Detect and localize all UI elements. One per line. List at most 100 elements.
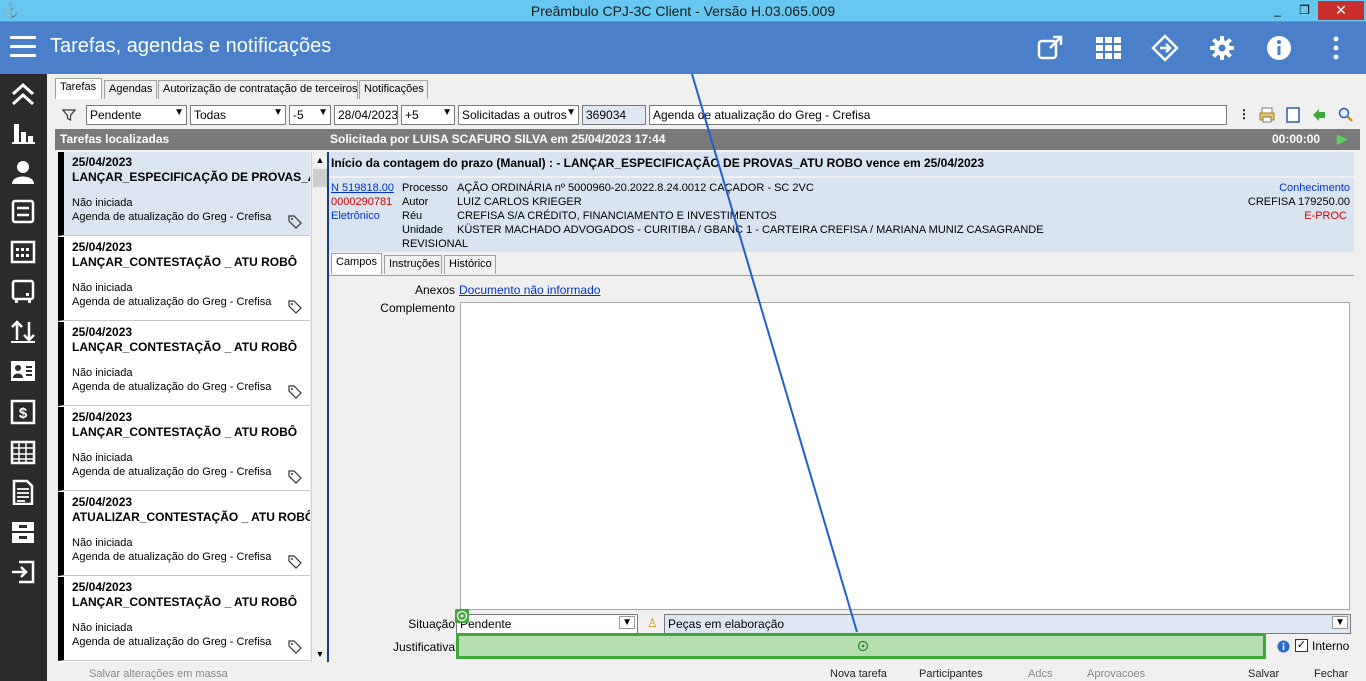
autor-value: LUIZ CARLOS KRIEGER [457,196,582,208]
close-window-button[interactable]: Fechar [1314,668,1348,680]
tag-icon[interactable] [288,385,302,399]
play-icon[interactable]: ▶ [1337,131,1347,147]
tab-notificacoes[interactable]: Notificações [359,80,428,99]
chevrons-up-icon[interactable] [9,82,37,108]
offset-after-select[interactable]: +5 ▼ [401,105,455,125]
complemento-textarea[interactable] [460,302,1350,610]
info-icon[interactable] [1277,640,1290,653]
new-task-button[interactable]: Nova tarefa [830,668,887,680]
task-list-scrollbar[interactable]: ▲ ▼ [311,152,328,662]
campos-panel: Anexos Documento não informado Complemen… [329,275,1354,665]
search-icon[interactable] [1338,107,1353,122]
situacao-detail-select[interactable]: Peças em elaboração ▼ [664,614,1351,634]
anexos-link[interactable]: Documento não informado [459,283,600,297]
adcs-button[interactable]: Adcs [1028,668,1052,680]
info-icon[interactable] [1265,34,1293,62]
tag-icon[interactable] [288,215,302,229]
contact-card-icon[interactable] [9,358,37,384]
filter-icon[interactable] [62,108,76,122]
situacao-label: Situação [408,617,455,631]
save-button[interactable]: Salvar [1248,668,1279,680]
inbox-icon[interactable] [9,198,37,224]
tag-icon[interactable] [288,640,302,654]
app-header: Tarefas, agendas e notificações [0,22,1366,74]
more-vertical-icon[interactable]: ⋮ [1238,107,1250,121]
arrow-left-icon[interactable] [1312,108,1326,122]
close-button[interactable]: ✕ [1318,1,1364,20]
task-title: LANÇAR_ESPECIFICAÇÃO DE PROVAS_ATU [72,170,310,184]
bar-chart-icon[interactable] [9,120,37,146]
scope-select[interactable]: Todas ▼ [190,105,286,125]
minimize-button[interactable]: _ [1264,1,1291,20]
document-icon[interactable] [9,479,37,505]
more-vertical-icon[interactable] [1322,34,1350,62]
timer: 00:00:00 [1272,132,1321,146]
requested-select[interactable]: Solicitadas a outros ▼ [458,105,579,125]
tag-icon[interactable] [288,555,302,569]
new-document-icon[interactable] [1286,107,1300,123]
external-link-icon[interactable] [1036,34,1064,62]
bottom-toolbar: Salvar alterações em massa Nova tarefa P… [47,666,1366,681]
calendar-icon[interactable] [9,238,37,264]
scroll-down-icon[interactable]: ▼ [312,646,328,662]
tab-campos[interactable]: Campos [331,253,382,274]
offset-before-select[interactable]: -5 ▼ [289,105,331,125]
interno-checkbox[interactable]: ✓ [1295,639,1308,652]
monitor-icon[interactable] [9,278,37,304]
chevron-down-icon: ▼ [619,616,635,629]
reu-value: CREFISA S/A CRÉDITO, FINANCIAMENTO E INV… [457,210,777,222]
status-select[interactable]: Pendente ▼ [86,105,187,125]
window-titlebar: ⚓ Preâmbulo CPJ-3C Client - Versão H.03.… [0,0,1366,22]
processo-value: AÇÃO ORDINÁRIA nº 5000960-20.2022.8.24.0… [457,182,814,194]
tab-tarefas[interactable]: Tarefas [55,78,102,99]
task-status: Não iniciada [72,452,133,464]
dollar-icon[interactable]: $ [9,399,37,425]
offset-after-value: +5 [405,108,419,122]
unidade-label: Unidade [402,224,443,236]
tag-icon[interactable] [288,470,302,484]
person-icon[interactable] [9,159,37,185]
task-agenda: Agenda de atualização do Greg - Crefisa [72,296,272,308]
tab-historico[interactable]: Histórico [444,255,496,274]
list-item[interactable]: 25/04/2023 LANÇAR_CONTESTAÇÃO _ ATU ROBÔ… [58,322,310,406]
situacao-select[interactable]: Pendente ▼ [456,614,638,634]
list-item[interactable]: 25/04/2023 LANÇAR_CONTESTAÇÃO _ ATU ROBÔ… [58,407,310,491]
task-date: 25/04/2023 [72,155,133,169]
list-item[interactable]: 25/04/2023 LANÇAR_ESPECIFICAÇÃO DE PROVA… [58,152,310,236]
target-marker-icon [455,609,469,623]
scroll-up-icon[interactable]: ▲ [312,152,328,168]
agenda-field[interactable]: Agenda de atualização do Greg - Crefisa [649,105,1227,125]
task-title: LANÇAR_CONTESTAÇÃO _ ATU ROBÔ [72,425,298,439]
date-field[interactable]: 28/04/2023 [334,105,398,125]
print-icon[interactable] [1259,107,1275,123]
scroll-thumb[interactable] [313,169,327,187]
tab-instrucoes[interactable]: Instruções [384,255,442,274]
tab-autorizacao[interactable]: Autorização de contratação de terceiros [158,80,358,99]
list-item[interactable]: 25/04/2023 LANÇAR_CONTESTAÇÃO _ ATU ROBÔ… [58,577,310,661]
participants-button[interactable]: Participantes [919,668,983,680]
eletronico-label: Eletrônico [331,210,380,222]
table-icon[interactable] [9,439,37,465]
save-bulk-label[interactable]: Salvar alterações em massa [89,668,228,680]
justificativa-input[interactable] [456,633,1266,659]
diamond-arrows-icon[interactable] [1151,34,1179,62]
grid-icon[interactable] [1094,34,1122,62]
main-content: Tarefas Agendas Autorização de contrataç… [47,74,1366,681]
situacao-detail-value: Peças em elaboração [668,617,785,631]
requested-select-value: Solicitadas a outros [462,108,567,122]
code-field[interactable]: 369034 [582,105,646,125]
tab-agendas[interactable]: Agendas [104,80,157,99]
process-link[interactable]: N 519818.00 [331,182,394,194]
tray-icon[interactable] [9,519,37,545]
sign-out-icon[interactable] [9,559,37,585]
sort-icon[interactable] [9,318,37,344]
gear-icon[interactable] [1208,34,1236,62]
tag-icon[interactable] [288,300,302,314]
approvals-button[interactable]: Aprovacoes [1087,668,1145,680]
task-date: 25/04/2023 [72,580,133,594]
maximize-button[interactable]: ❐ [1291,1,1318,20]
hamburger-menu-icon[interactable] [10,36,36,63]
list-item[interactable]: 25/04/2023 ATUALIZAR_CONTESTAÇÃO _ ATU R… [58,492,310,576]
list-item[interactable]: 25/04/2023 LANÇAR_CONTESTAÇÃO _ ATU ROBÔ… [58,237,310,321]
task-date: 25/04/2023 [72,495,133,509]
